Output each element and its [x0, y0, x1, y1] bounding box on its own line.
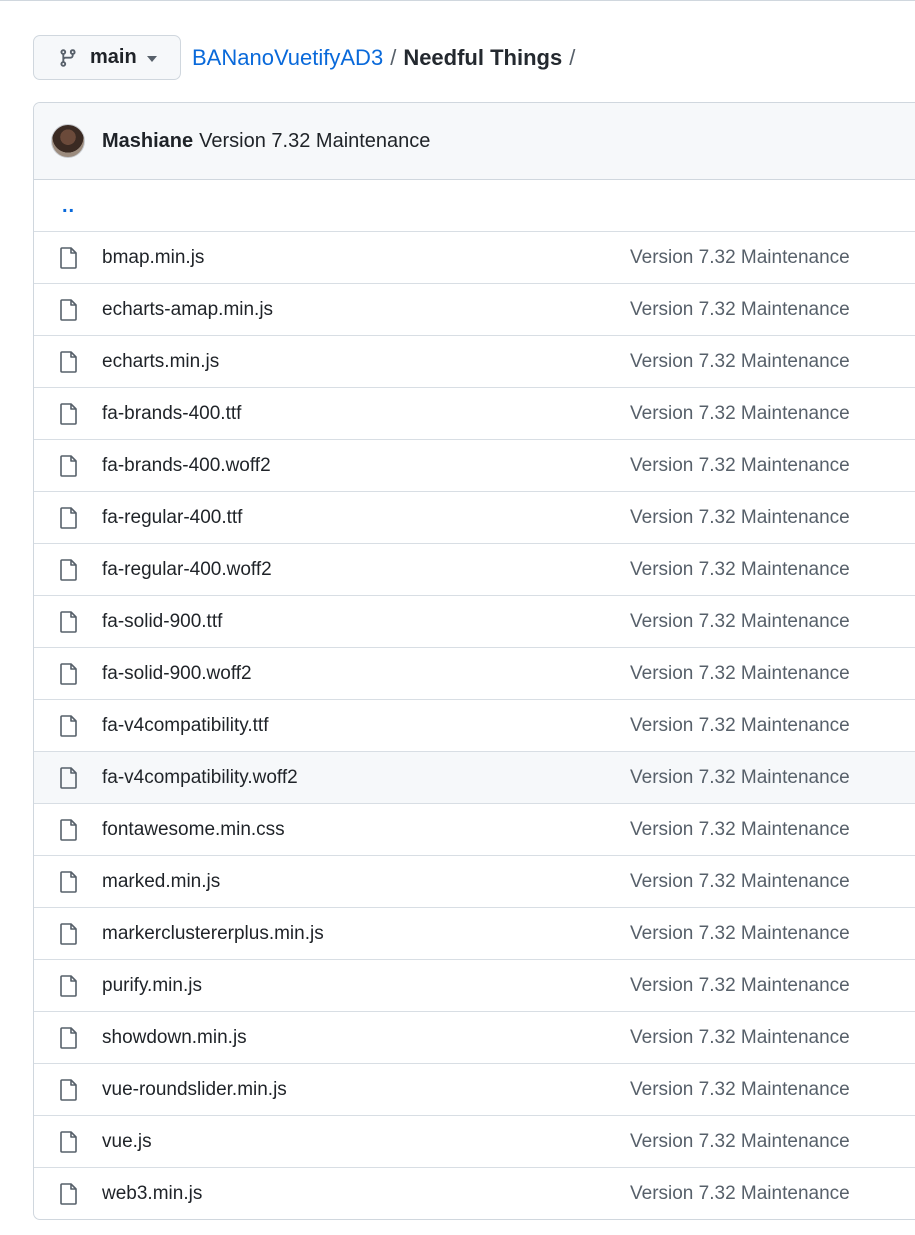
file-icon: [60, 299, 78, 321]
file-icon: [60, 611, 78, 633]
file-row[interactable]: fa-v4compatibility.ttf Version 7.32 Maint…: [34, 700, 915, 752]
file-row[interactable]: fa-solid-900.ttf Version 7.32 Maintenance: [34, 596, 915, 648]
file-name-link[interactable]: fa-solid-900.woff2: [102, 663, 252, 685]
file-commit-message-link[interactable]: Version 7.32 Maintenance: [630, 507, 850, 529]
branch-name: main: [90, 46, 137, 68]
file-icon: [60, 767, 78, 789]
file-icon: [60, 507, 78, 529]
file-name-link[interactable]: fa-brands-400.ttf: [102, 403, 241, 425]
file-name-link[interactable]: web3.min.js: [102, 1183, 202, 1205]
top-divider: [0, 0, 915, 1]
file-navigation: main BANanoVuetifyAD3 / Needful Things /: [33, 35, 582, 80]
file-row[interactable]: web3.min.js Version 7.32 Maintenance: [34, 1168, 915, 1219]
breadcrumb: BANanoVuetifyAD3 / Needful Things /: [192, 45, 582, 71]
file-icon: [60, 663, 78, 685]
breadcrumb-repo-link[interactable]: BANanoVuetifyAD3: [192, 45, 383, 71]
file-icon: [60, 923, 78, 945]
file-name-link[interactable]: vue.js: [102, 1131, 152, 1153]
file-row[interactable]: markerclustererplus.min.js Version 7.32 M…: [34, 908, 915, 960]
commit-message-link[interactable]: Version 7.32 Maintenance: [199, 130, 430, 153]
file-icon: [60, 1131, 78, 1153]
file-commit-message-link[interactable]: Version 7.32 Maintenance: [630, 247, 850, 269]
breadcrumb-trailing-separator: /: [569, 44, 576, 70]
file-name-link[interactable]: purify.min.js: [102, 975, 202, 997]
file-icon: [60, 871, 78, 893]
file-name-link[interactable]: fa-solid-900.ttf: [102, 611, 222, 633]
parent-directory-link[interactable]: ..: [62, 195, 75, 218]
file-name-link[interactable]: fa-regular-400.ttf: [102, 507, 242, 529]
caret-down-icon: [146, 56, 157, 62]
file-name-link[interactable]: showdown.min.js: [102, 1027, 247, 1049]
file-icon: [60, 351, 78, 373]
file-name-link[interactable]: fa-v4compatibility.woff2: [102, 767, 298, 789]
file-name-link[interactable]: fa-v4compatibility.ttf: [102, 715, 268, 737]
file-name-link[interactable]: echarts.min.js: [102, 351, 219, 373]
file-commit-message-link[interactable]: Version 7.32 Maintenance: [630, 1183, 850, 1205]
file-row[interactable]: echarts.min.js Version 7.32 Maintenance: [34, 336, 915, 388]
file-commit-message-link[interactable]: Version 7.32 Maintenance: [630, 819, 850, 841]
file-row[interactable]: bmap.min.js Version 7.32 Maintenance: [34, 232, 915, 284]
file-icon: [60, 403, 78, 425]
file-row[interactable]: fa-solid-900.woff2 Version 7.32 Maintenan…: [34, 648, 915, 700]
file-commit-message-link[interactable]: Version 7.32 Maintenance: [630, 975, 850, 997]
file-commit-message-link[interactable]: Version 7.32 Maintenance: [630, 715, 850, 737]
file-name-link[interactable]: echarts-amap.min.js: [102, 299, 273, 321]
avatar[interactable]: [51, 124, 85, 158]
file-commit-message-link[interactable]: Version 7.32 Maintenance: [630, 871, 850, 893]
file-row[interactable]: fa-brands-400.woff2 Version 7.32 Maintena…: [34, 440, 915, 492]
file-commit-message-link[interactable]: Version 7.32 Maintenance: [630, 351, 850, 373]
file-icon: [60, 455, 78, 477]
file-name-link[interactable]: fa-regular-400.woff2: [102, 559, 272, 581]
file-name-link[interactable]: vue-roundslider.min.js: [102, 1079, 287, 1101]
file-icon: [60, 975, 78, 997]
file-commit-message-link[interactable]: Version 7.32 Maintenance: [630, 403, 850, 425]
file-commit-message-link[interactable]: Version 7.32 Maintenance: [630, 1079, 850, 1101]
file-row[interactable]: fa-v4compatibility.woff2 Version 7.32 Mai…: [34, 752, 915, 804]
file-name-link[interactable]: fontawesome.min.css: [102, 819, 285, 841]
file-commit-message-link[interactable]: Version 7.32 Maintenance: [630, 559, 850, 581]
branch-select-button[interactable]: main: [33, 35, 181, 80]
git-branch-icon: [58, 48, 78, 68]
file-commit-message-link[interactable]: Version 7.32 Maintenance: [630, 611, 850, 633]
file-icon: [60, 1027, 78, 1049]
file-icon: [60, 1079, 78, 1101]
file-icon: [60, 1183, 78, 1205]
file-icon: [60, 715, 78, 737]
file-row[interactable]: fa-regular-400.woff2 Version 7.32 Mainten…: [34, 544, 915, 596]
file-row[interactable]: fa-regular-400.ttf Version 7.32 Maintenan…: [34, 492, 915, 544]
file-commit-message-link[interactable]: Version 7.32 Maintenance: [630, 663, 850, 685]
file-commit-message-link[interactable]: Version 7.32 Maintenance: [630, 1027, 850, 1049]
file-name-link[interactable]: markerclustererplus.min.js: [102, 923, 324, 945]
file-commit-message-link[interactable]: Version 7.32 Maintenance: [630, 455, 850, 477]
breadcrumb-current-folder: Needful Things: [403, 44, 563, 70]
file-row[interactable]: fa-brands-400.ttf Version 7.32 Maintenanc…: [34, 388, 915, 440]
file-commit-message-link[interactable]: Version 7.32 Maintenance: [630, 767, 850, 789]
file-row[interactable]: echarts-amap.min.js Version 7.32 Maintena…: [34, 284, 915, 336]
file-icon: [60, 247, 78, 269]
parent-directory-row[interactable]: ..: [34, 180, 915, 232]
latest-commit-bar: Mashiane Version 7.32 Maintenance: [34, 103, 915, 180]
file-name-link[interactable]: bmap.min.js: [102, 247, 204, 269]
file-row[interactable]: vue-roundslider.min.js Version 7.32 Maint…: [34, 1064, 915, 1116]
file-commit-message-link[interactable]: Version 7.32 Maintenance: [630, 1131, 850, 1153]
file-commit-message-link[interactable]: Version 7.32 Maintenance: [630, 299, 850, 321]
file-commit-message-link[interactable]: Version 7.32 Maintenance: [630, 923, 850, 945]
file-icon: [60, 819, 78, 841]
file-name-link[interactable]: marked.min.js: [102, 871, 220, 893]
file-icon: [60, 559, 78, 581]
file-row[interactable]: vue.js Version 7.32 Maintenance: [34, 1116, 915, 1168]
file-row[interactable]: fontawesome.min.css Version 7.32 Maintena…: [34, 804, 915, 856]
file-row[interactable]: marked.min.js Version 7.32 Maintenance: [34, 856, 915, 908]
commit-author-link[interactable]: Mashiane: [102, 130, 193, 153]
file-name-link[interactable]: fa-brands-400.woff2: [102, 455, 271, 477]
file-row[interactable]: showdown.min.js Version 7.32 Maintenance: [34, 1012, 915, 1064]
file-list: Mashiane Version 7.32 Maintenance .. bma…: [33, 102, 915, 1220]
file-row[interactable]: purify.min.js Version 7.32 Maintenance: [34, 960, 915, 1012]
breadcrumb-separator: /: [390, 44, 397, 70]
